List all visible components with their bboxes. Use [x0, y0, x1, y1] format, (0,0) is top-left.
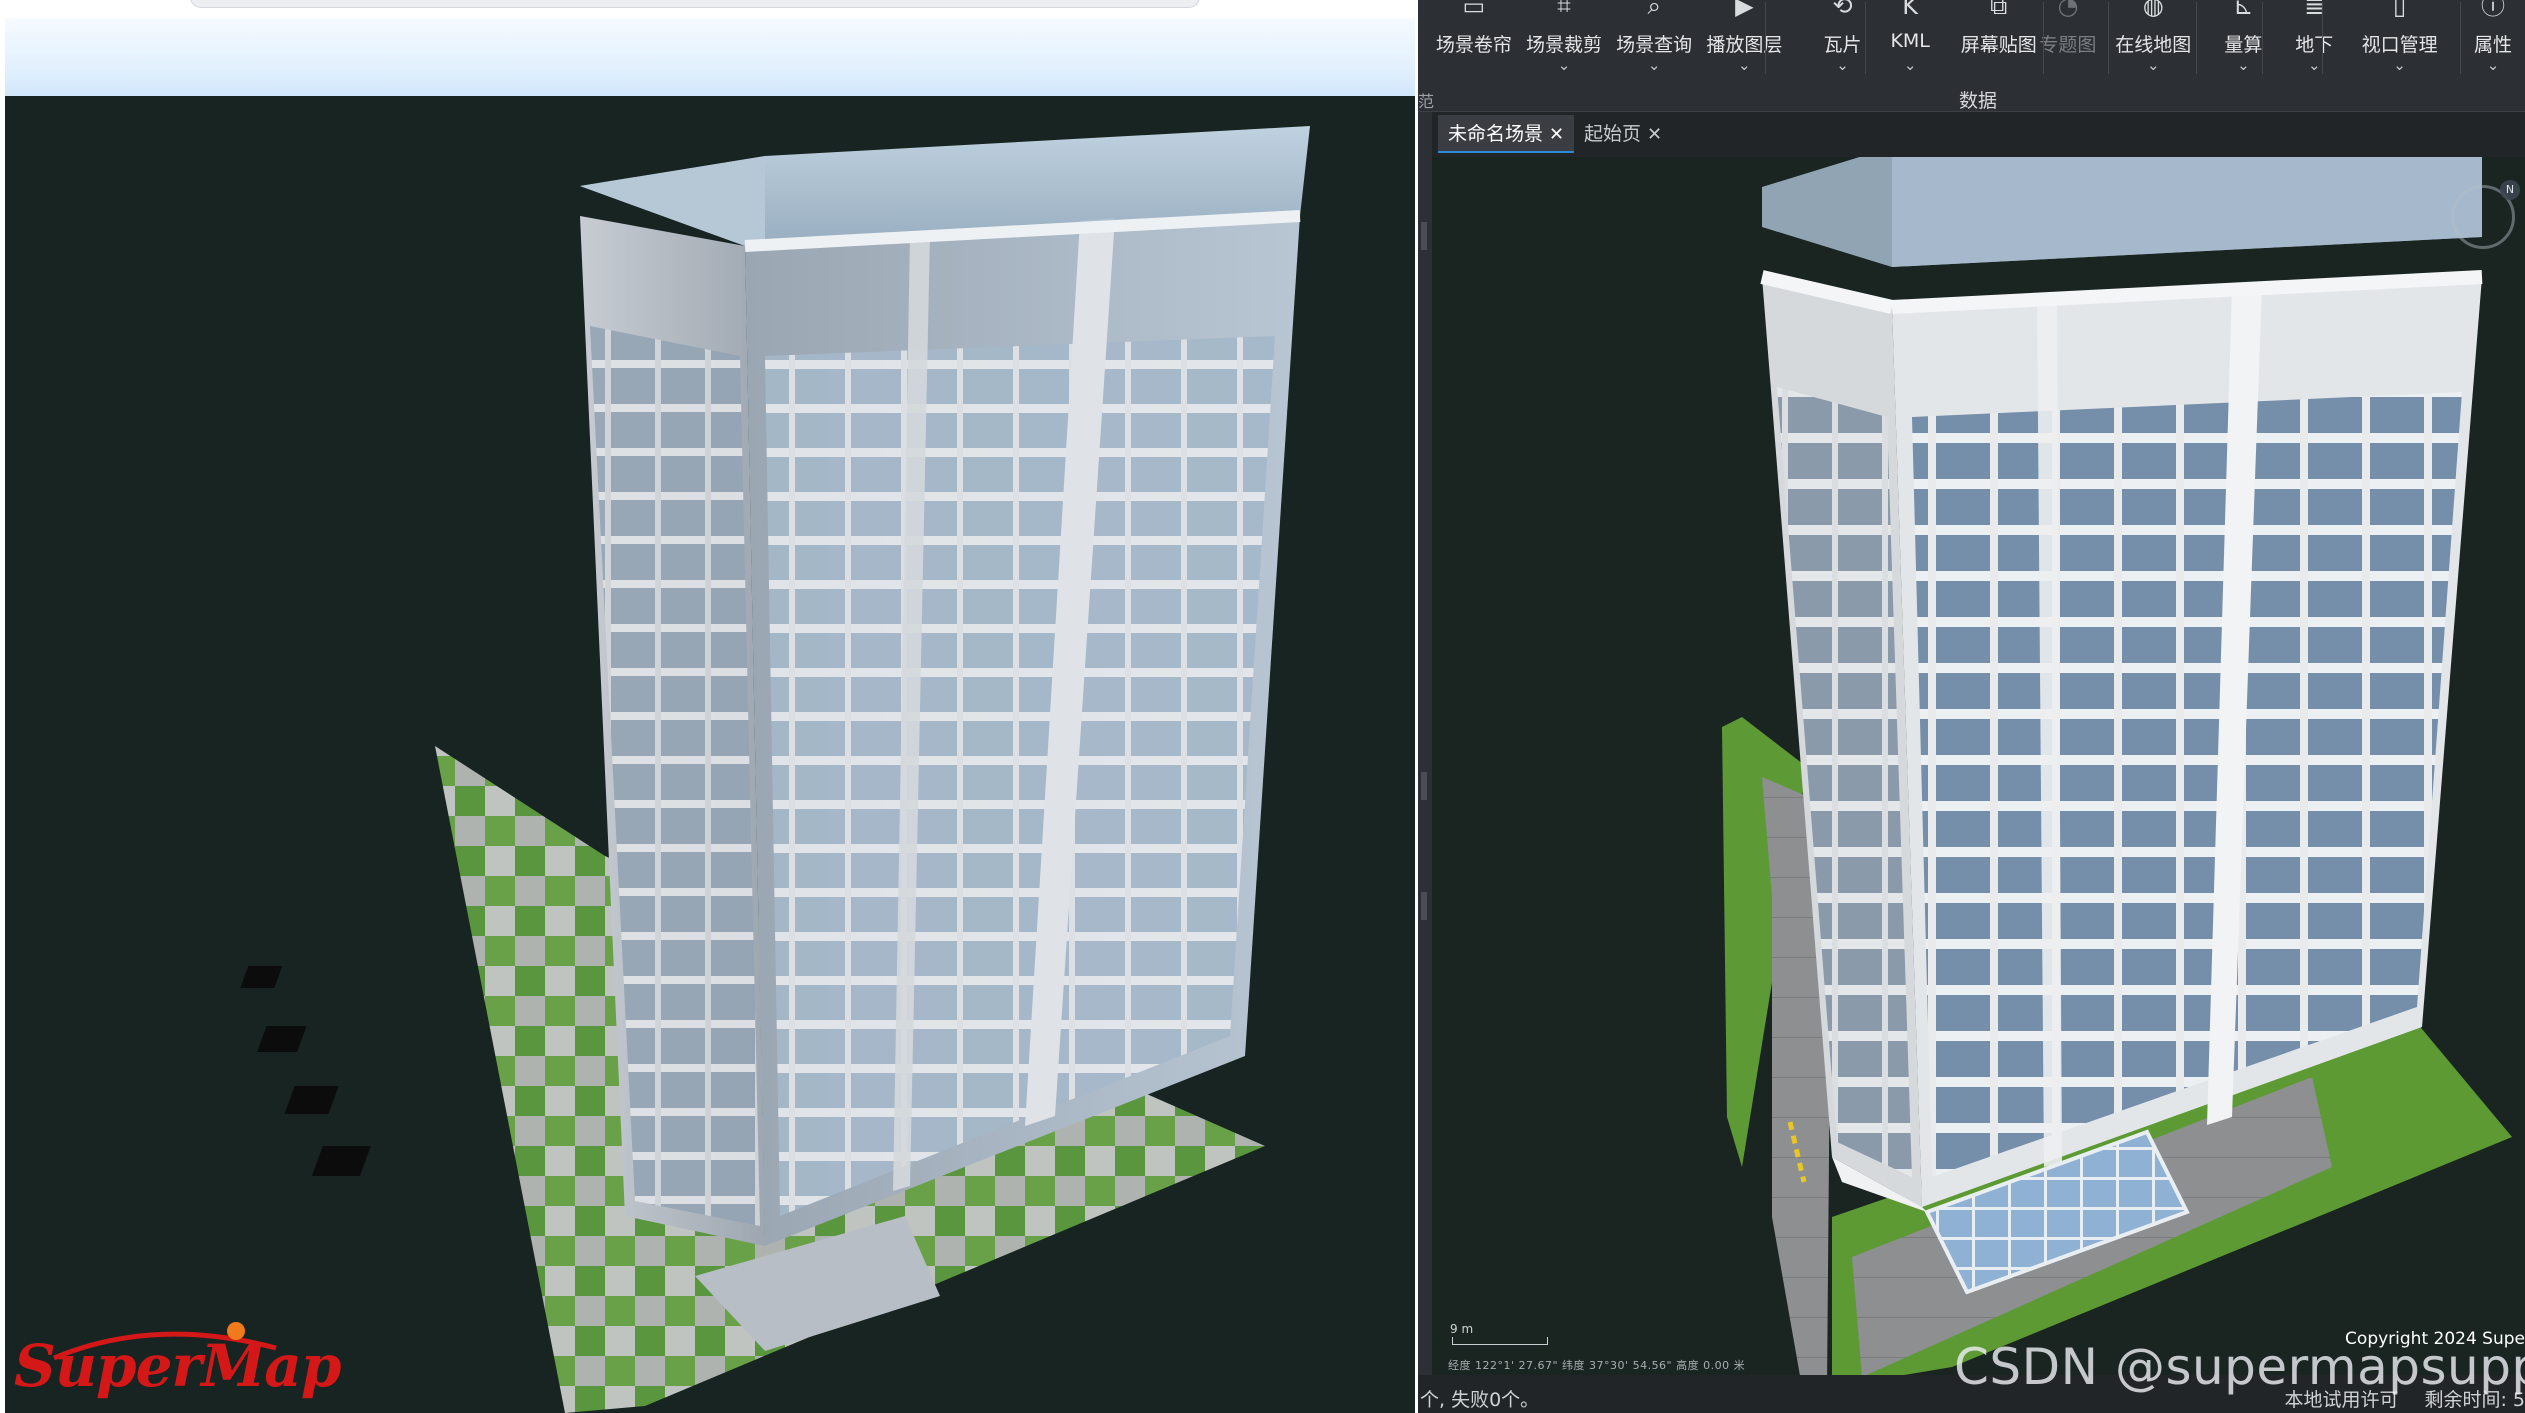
chevron-down-icon[interactable]: ⌄: [2456, 56, 2525, 74]
tab-start-page[interactable]: 起始页 ✕: [1574, 115, 1672, 153]
supermap-logo: SuperMap: [14, 1318, 341, 1408]
ribbon-button-label: 场景查询: [1616, 34, 1693, 56]
chevron-down-icon[interactable]: ⌄: [1702, 56, 1786, 74]
viewport-manage-icon: ▯: [2392, 0, 2407, 20]
ribbon-separator: [1765, 2, 1766, 74]
ribbon-button-kml[interactable]: K KML ⌄: [1876, 0, 1944, 84]
document-tabbar: 未命名场景 ✕ 起始页 ✕: [1432, 115, 2525, 155]
scene-viewport[interactable]: N 9 m 经度 122°1' 27.67" 纬度 37°30' 54.56" …: [1432, 157, 2525, 1375]
scale-label: 9 m: [1450, 1322, 1474, 1336]
ribbon-button-label: 场景卷帘: [1435, 34, 1512, 56]
ribbon-button-underground[interactable]: ≣ 地下 ⌄: [2282, 0, 2346, 84]
ribbon-separator: [2460, 2, 2461, 74]
scene-query-icon: ⌕: [1647, 0, 1661, 20]
tab-unnamed-scene[interactable]: 未命名场景 ✕: [1438, 115, 1575, 153]
ribbon-button-label: 屏幕贴图: [1960, 34, 2037, 56]
browser-topbar: [0, 0, 1418, 18]
chevron-down-icon[interactable]: ⌄: [2108, 56, 2198, 74]
ribbon-button-label: KML: [1890, 30, 1930, 52]
coordinate-readout: 经度 122°1' 27.67" 纬度 37°30' 54.56" 高度 0.0…: [1448, 1359, 1746, 1372]
scale-bar: [1452, 1337, 1548, 1345]
ribbon-separator: [2322, 2, 2323, 74]
kml-icon: K: [1902, 0, 1919, 20]
compass-north-label: N: [2500, 180, 2520, 200]
building-model-web: [240, 126, 1310, 1413]
chevron-down-icon[interactable]: ⌄: [1522, 56, 1606, 74]
tab-label: 起始页: [1584, 123, 1642, 145]
status-message: 个, 失败0个。: [1420, 1389, 1540, 1411]
ribbon-button-scene-query[interactable]: ⌕ 场景查询 ⌄: [1612, 0, 1696, 84]
building-model-desktop: [1722, 157, 2512, 1375]
web-scene-canvas[interactable]: [5, 96, 1415, 1413]
ribbon-separator: [2262, 2, 2263, 74]
logo-text: SuperMap: [14, 1332, 341, 1400]
ribbon-separator: [2043, 2, 2044, 74]
sky-strip: [5, 18, 1415, 98]
left-dock-rail: [1418, 112, 1432, 1375]
ribbon-button-play-layer[interactable]: ▶ 播放图层 ⌄: [1702, 0, 1786, 84]
compass-control[interactable]: N: [2451, 180, 2520, 249]
chevron-down-icon[interactable]: ⌄: [1876, 56, 1944, 74]
chevron-down-icon[interactable]: ⌄: [1612, 56, 1696, 74]
underground-icon: ≣: [2304, 0, 2325, 20]
ribbon-button-screen-overlay[interactable]: ⧉ 屏幕贴图: [1957, 0, 2041, 84]
ribbon-button-properties[interactable]: ⓘ 属性 ⌄: [2456, 0, 2525, 84]
close-icon[interactable]: ✕: [1549, 124, 1564, 145]
dock-handle[interactable]: [1421, 222, 1427, 250]
scene-swipe-icon: ▭: [1462, 0, 1486, 20]
measure-icon: ⊾: [2233, 0, 2254, 20]
chevron-down-icon[interactable]: ⌄: [2211, 56, 2275, 74]
ribbon-button-label: 场景裁剪: [1526, 34, 1603, 56]
csdn-watermark: CSDN @supermapsupport: [1954, 1338, 2525, 1396]
address-bar[interactable]: [190, 0, 1200, 8]
ribbon-button-label: 量算: [2224, 34, 2263, 56]
play-layer-icon: ▶: [1735, 0, 1754, 20]
chevron-down-icon[interactable]: ⌄: [2353, 56, 2446, 74]
ribbon-button-viewport-manage[interactable]: ▯ 视口管理 ⌄: [2353, 0, 2446, 84]
online-map-icon: ◍: [2142, 0, 2164, 20]
tile-icon: ⟲: [1832, 0, 1853, 20]
ribbon-button-scene-swipe[interactable]: ▭ 场景卷帘: [1432, 0, 1516, 84]
ribbon-button-measure[interactable]: ⊾ 量算 ⌄: [2211, 0, 2275, 84]
properties-icon: ⓘ: [2480, 0, 2505, 20]
ribbon-left-edge: 范: [1418, 92, 1435, 111]
dock-handle[interactable]: [1421, 772, 1427, 800]
tab-label: 未命名场景: [1448, 123, 1544, 145]
thematic-map-icon: ◔: [2057, 0, 2079, 20]
ribbon-separator: [2108, 2, 2109, 74]
dock-handle[interactable]: [1421, 892, 1427, 920]
ribbon-button-scene-clip[interactable]: ⌗ 场景裁剪 ⌄: [1522, 0, 1606, 84]
ribbon-group-label: 数据: [1959, 90, 1998, 112]
ribbon-separator: [2196, 2, 2197, 74]
scene-clip-icon: ⌗: [1557, 0, 1571, 20]
ribbon-toolbar: ▭ 场景卷帘 ⌗ 场景裁剪 ⌄ ⌕ 场景查询 ⌄ ▶ 播放图层 ⌄ ⟲ 瓦片 ⌄ K KML ⌄ ⧉ 屏幕贴图 ◔ 专题…: [1418, 0, 2525, 112]
ribbon-button-online-map[interactable]: ◍ 在线地图 ⌄: [2108, 0, 2198, 84]
ribbon-button-label: 地下: [2295, 34, 2334, 56]
ribbon-button-label: 播放图层: [1706, 34, 1783, 56]
ribbon-button-label: 视口管理: [2361, 34, 2438, 56]
chevron-down-icon[interactable]: ⌄: [2282, 56, 2346, 74]
screenshot-root: SuperMap ▭ 场景卷帘 ⌗ 场景裁剪 ⌄ ⌕ 场景查询 ⌄ ▶ 播放图层 ⌄ ⟲ 瓦片 ⌄ K KML…: [0, 0, 2525, 1413]
web-3d-viewer: SuperMap: [0, 0, 1418, 1413]
desktop-app-window: ▭ 场景卷帘 ⌗ 场景裁剪 ⌄ ⌕ 场景查询 ⌄ ▶ 播放图层 ⌄ ⟲ 瓦片 ⌄ K KML ⌄ ⧉ 屏幕贴图 ◔ 专题…: [1418, 0, 2525, 1413]
ribbon-button-label: 属性: [2473, 34, 2512, 56]
ribbon-separator: [1865, 2, 1866, 74]
close-icon[interactable]: ✕: [1647, 124, 1662, 145]
ribbon-button-label: 在线地图: [2115, 34, 2192, 56]
screen-overlay-icon: ⧉: [1990, 0, 2008, 20]
